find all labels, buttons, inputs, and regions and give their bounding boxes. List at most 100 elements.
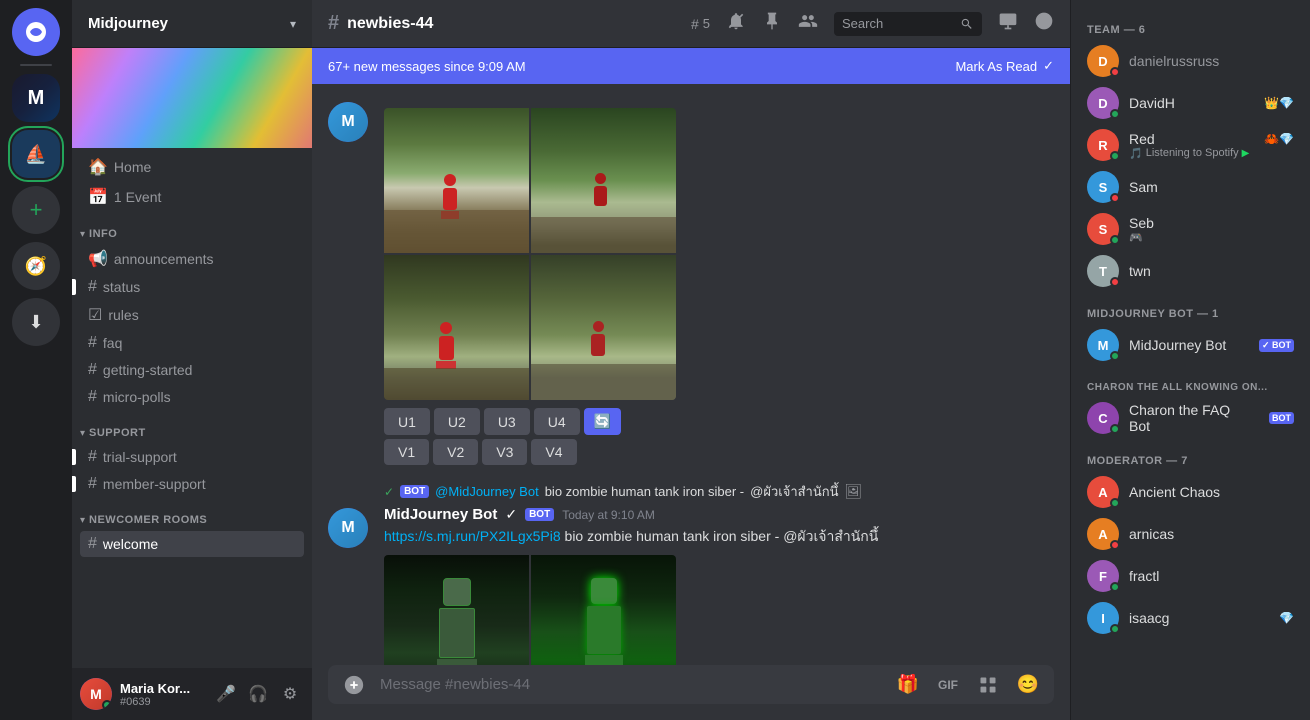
v2-button[interactable]: V2 bbox=[433, 439, 478, 465]
member-ancient-chaos[interactable]: A Ancient Chaos bbox=[1079, 471, 1302, 513]
collapse-icon-newcomer: ▾ bbox=[80, 515, 85, 526]
add-server-icon[interactable]: + bbox=[12, 186, 60, 234]
gift-button[interactable]: 🎁 bbox=[890, 667, 926, 703]
chat-header: # newbies-44 # 5 bbox=[312, 0, 1070, 48]
v1-button[interactable]: V1 bbox=[384, 439, 429, 465]
pin-button[interactable] bbox=[762, 11, 782, 36]
settings-button[interactable]: ⚙ bbox=[276, 680, 304, 708]
bot-avatar-1: M bbox=[328, 102, 368, 142]
explore-servers-icon[interactable]: 🧭 bbox=[12, 242, 60, 290]
image-cell-1 bbox=[531, 108, 676, 253]
search-input[interactable] bbox=[842, 16, 954, 31]
main-area: # newbies-44 # 5 bbox=[312, 0, 1070, 720]
channel-status[interactable]: # status bbox=[80, 274, 304, 300]
member-isaacg[interactable]: I isaacg 💎 bbox=[1079, 597, 1302, 639]
bot-prompt-inline: bio zombie human tank iron siber - bbox=[545, 484, 744, 499]
nav-home[interactable]: 🏠 Home bbox=[80, 153, 304, 181]
image-cell-2 bbox=[384, 255, 529, 400]
member-sam[interactable]: S Sam bbox=[1079, 166, 1302, 208]
nav-event[interactable]: 📅 1 Event bbox=[80, 183, 304, 211]
channel-rules[interactable]: ☑ rules bbox=[80, 301, 304, 329]
member-status-ancient-chaos bbox=[1110, 498, 1120, 508]
message-link-2[interactable]: https://s.mj.run/PX2ILgx5Pi8 bbox=[384, 528, 561, 544]
bot-mention-row: ✓ BOT @MidJourney Bot bio zombie human t… bbox=[328, 481, 1054, 502]
channel-faq[interactable]: # faq bbox=[80, 330, 304, 356]
header-actions: # 5 bbox=[691, 11, 1054, 36]
u2-button[interactable]: U2 bbox=[434, 408, 480, 435]
notifications-button[interactable] bbox=[726, 11, 746, 36]
category-info[interactable]: ▾ INFO bbox=[72, 212, 312, 244]
message-group-1: M bbox=[328, 100, 1054, 465]
mic-button[interactable]: 🎤 bbox=[212, 680, 240, 708]
channel-member-support[interactable]: # member-support bbox=[80, 471, 304, 497]
member-midjourney-bot[interactable]: M MidJourney Bot ✓ BOT bbox=[1079, 324, 1302, 366]
member-bot-tag-mj: ✓ BOT bbox=[1259, 339, 1294, 352]
message-input[interactable] bbox=[380, 665, 882, 704]
bot-mention-name: @MidJourney Bot bbox=[435, 484, 539, 499]
hash-icon-mp: # bbox=[88, 388, 97, 406]
member-fractl[interactable]: F fractl bbox=[1079, 555, 1302, 597]
message-content-2: MidJourney Bot ✓ BOT Today at 9:10 AM ht… bbox=[384, 506, 1054, 665]
collapse-icon-support: ▾ bbox=[80, 428, 85, 439]
server-divider bbox=[20, 64, 52, 66]
member-charon-bot[interactable]: C Charon the FAQ Bot BOT bbox=[1079, 397, 1302, 439]
member-twn[interactable]: T twn bbox=[1079, 250, 1302, 292]
member-category-charon-label: CHARON THE ALL KNOWING ON... bbox=[1079, 374, 1302, 397]
server-banner bbox=[72, 48, 312, 148]
channel-getting-started[interactable]: # getting-started bbox=[80, 357, 304, 383]
mark-as-read-button[interactable]: Mark As Read ✓ bbox=[955, 58, 1054, 74]
add-attachment-button[interactable] bbox=[336, 667, 372, 703]
apps-button[interactable] bbox=[970, 667, 1006, 703]
discord-home-icon[interactable] bbox=[12, 8, 60, 56]
message-input-area: 🎁 GIF 😊 bbox=[312, 665, 1070, 720]
emoji-button[interactable]: 😊 bbox=[1010, 667, 1046, 703]
channel-sidebar: Midjourney ▾ 🏠 Home 📅 1 Event ▾ INFO 📢 a… bbox=[72, 0, 312, 720]
v4-button[interactable]: V4 bbox=[531, 439, 576, 465]
check-badge: ✓ bbox=[505, 506, 517, 523]
chat-messages[interactable]: M bbox=[312, 84, 1070, 665]
channel-welcome[interactable]: # welcome bbox=[80, 531, 304, 557]
category-support[interactable]: ▾ SUPPORT bbox=[72, 411, 312, 443]
member-name-red: Red bbox=[1129, 131, 1260, 147]
member-davidh[interactable]: D DavidH 👑💎 bbox=[1079, 82, 1302, 124]
member-arnicas[interactable]: A arnicas bbox=[1079, 513, 1302, 555]
hash-count-group[interactable]: # 5 bbox=[691, 16, 710, 32]
refresh-button[interactable]: 🔄 bbox=[584, 408, 621, 435]
check-mark-icon: ✓ bbox=[384, 485, 394, 499]
help-button[interactable] bbox=[1034, 11, 1054, 36]
inbox-button[interactable] bbox=[998, 11, 1018, 36]
image-cell-0 bbox=[384, 108, 529, 253]
member-avatar-sam: S bbox=[1087, 171, 1119, 203]
member-status-charon bbox=[1110, 424, 1120, 434]
server-header[interactable]: Midjourney ▾ bbox=[72, 0, 312, 48]
member-status-isaacg bbox=[1110, 624, 1120, 634]
channel-announcements[interactable]: 📢 announcements bbox=[80, 245, 304, 273]
search-bar[interactable] bbox=[834, 12, 982, 36]
member-status-online-davidh bbox=[1110, 109, 1120, 119]
channel-micro-polls[interactable]: # micro-polls bbox=[80, 384, 304, 410]
user-controls: 🎤 🎧 ⚙ bbox=[212, 680, 304, 708]
u1-button[interactable]: U1 bbox=[384, 408, 430, 435]
channel-trial-support[interactable]: # trial-support bbox=[80, 444, 304, 470]
v3-button[interactable]: V3 bbox=[482, 439, 527, 465]
headset-button[interactable]: 🎧 bbox=[244, 680, 272, 708]
midjourney-server-icon[interactable]: M bbox=[12, 74, 60, 122]
u4-button[interactable]: U4 bbox=[534, 408, 580, 435]
member-red[interactable]: R Red 🦀💎 🎵 Listening to Spotify ▶ bbox=[1079, 124, 1302, 166]
download-apps-icon[interactable]: ⬇ bbox=[12, 298, 60, 346]
sailboat-server-icon[interactable]: ⛵ bbox=[12, 130, 60, 178]
member-status-fractl bbox=[1110, 582, 1120, 592]
member-info-seb: Seb 🎮 bbox=[1129, 215, 1154, 244]
u3-button[interactable]: U3 bbox=[484, 408, 530, 435]
member-status-arnicas bbox=[1110, 540, 1120, 550]
gif-button[interactable]: GIF bbox=[930, 667, 966, 703]
members-button[interactable] bbox=[798, 11, 818, 36]
member-seb[interactable]: S Seb 🎮 bbox=[1079, 208, 1302, 250]
hash-icon-ms: # bbox=[88, 475, 97, 493]
image-icon[interactable]: 🖼 bbox=[845, 483, 863, 500]
category-newcomer-rooms[interactable]: ▾ NEWCOMER ROOMS bbox=[72, 498, 312, 530]
member-avatar-isaacg: I bbox=[1087, 602, 1119, 634]
message-content-1: U1 U2 U3 U4 🔄 V1 V2 V3 V4 bbox=[384, 100, 1054, 465]
member-name-charon: Charon the FAQ Bot bbox=[1129, 402, 1255, 434]
member-danielrussruss[interactable]: D danielrussruss bbox=[1079, 40, 1302, 82]
